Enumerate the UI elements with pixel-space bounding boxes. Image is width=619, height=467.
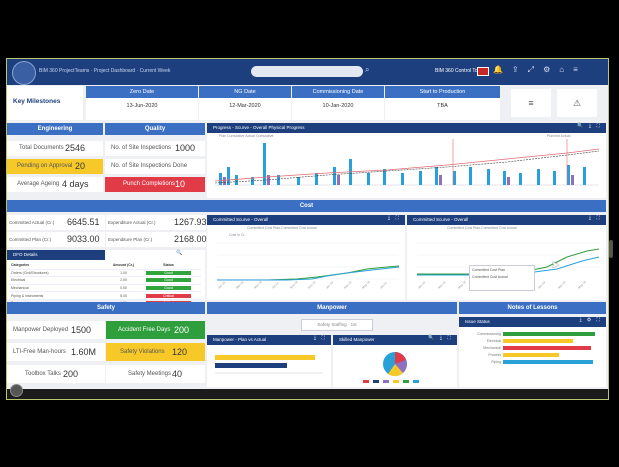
svg-text:Sep-18: Sep-18: [289, 280, 299, 290]
svg-text:Jan-19: Jan-19: [537, 280, 547, 290]
kpi-safety-meetings[interactable]: Safety Meetings 40: [106, 365, 205, 383]
progress-widget: Progress - Scurve - Overall Physical Pro…: [207, 123, 606, 198]
committed-scurve-overall-tools[interactable]: ⤓ ⛶: [589, 215, 602, 221]
svg-text:May-18: May-18: [253, 280, 263, 290]
chart-tooltip: Committed Cost Plan Committed Cost Actua…: [469, 265, 535, 291]
svg-text:Jan-18: Jan-18: [217, 280, 227, 290]
home-icon[interactable]: ⌂: [559, 65, 564, 75]
kpi-lti-free-manhours[interactable]: LTI-Free Man-hours 1.60M: [7, 343, 105, 361]
mouse-cursor-icon: ➤: [551, 260, 560, 271]
svg-text:May-19: May-19: [577, 280, 587, 290]
svg-text:Jul-19: Jul-19: [379, 281, 388, 290]
share-icon[interactable]: ⇪: [512, 65, 519, 75]
committed-scurve-overall-widget: Committed Scurve - Overall ⤓ ⛶ Committed…: [407, 215, 606, 300]
progress-widget-title: Progress - Scurve - Overall Physical Pro…: [207, 123, 606, 133]
kpi-punch-completions[interactable]: Punch Completions 10: [105, 177, 205, 192]
committed-scurve-chart: Jan-18 Mar-18 May-18 Jul-18 Sep-18 Nov-18 J…: [217, 242, 400, 290]
alert-button[interactable]: ⚠: [557, 89, 597, 117]
scrollbar-handle[interactable]: [609, 240, 613, 258]
svg-text:May-19: May-19: [361, 280, 371, 290]
dfo-tools[interactable]: 🔍 ⤓ ⛶: [176, 250, 201, 256]
table-row[interactable]: Electrical 2.00 Good: [9, 277, 201, 285]
skilled-manpower-pie: [363, 352, 419, 383]
svg-text:Mar-19: Mar-19: [343, 280, 353, 290]
kpi-toolbox-talks[interactable]: Toolbox Talks 200: [7, 365, 105, 383]
table-row[interactable]: Mechanical 0.00 Good: [9, 285, 201, 293]
issue-status-chart: [503, 332, 595, 364]
topbar-title: BIM 360 ProjectTeams · Project Dashboard…: [39, 68, 171, 74]
milestone-ng-date: NG Date 12-Mar-2020: [199, 86, 291, 120]
committed-scurve-overall-title: Committed Scurve - Overall: [407, 215, 606, 225]
dashboard-window: BIM 360 ProjectTeams · Project Dashboard…: [6, 58, 609, 400]
svg-text:Jul-18: Jul-18: [271, 281, 280, 290]
kpi-total-documents[interactable]: Total Documents 2546: [7, 141, 103, 156]
issue-status-widget: Issue Status ⤓ ⚙ ⛶ Commissioning Electri…: [459, 317, 606, 387]
settings-icon[interactable]: ⚙: [543, 65, 550, 75]
table-row[interactable]: Orders (Civil/Structures) 1.00 Good: [9, 270, 201, 278]
dfo-table: Categories Amount (Cr.) Status Orders (C…: [9, 262, 201, 308]
svg-text:May-18: May-18: [457, 280, 467, 290]
committed-scurve-tools[interactable]: ⤓ ⛶: [388, 215, 401, 221]
svg-text:Nov-18: Nov-18: [307, 280, 317, 290]
svg-text:Mar-18: Mar-18: [437, 280, 447, 290]
dfo-details-widget: DFO Details 🔍 ⤓ ⛶ Categories Amount (Cr.…: [7, 250, 205, 308]
manpower-plan-actual-tools[interactable]: ⤓ ⛶: [314, 335, 327, 341]
issue-status-categories: Commissioning Electrical Mechanical Proc…: [477, 332, 501, 364]
kpi-committed-actual[interactable]: Committed Actual (Cr.) 6645.51: [7, 215, 105, 230]
kpi-committed-plan[interactable]: Committed Plan (Cr.) 9033.00: [7, 232, 105, 247]
committed-scurve-title: Committed Scurve - Overall: [207, 215, 405, 225]
manpower-plan-actual-title: Manpower - Plan vs Actual: [207, 335, 331, 345]
svg-text:Mar-18: Mar-18: [235, 280, 245, 290]
safety-header: Safety: [7, 302, 205, 314]
engineering-header: Engineering: [7, 123, 103, 135]
kpi-average-ageing[interactable]: Average Ageing 4 days: [7, 177, 103, 192]
top-bar: BIM 360 ProjectTeams · Project Dashboard…: [7, 59, 608, 85]
lessons-header: Notes of Lessons: [459, 302, 606, 314]
widget-tools[interactable]: 🔍 ⤓ ⛶: [577, 123, 602, 129]
manpower-plan-actual-chart: [215, 355, 323, 374]
kpi-expenditure-plan[interactable]: Expenditure Plan (Cr.) 2168.00: [106, 232, 207, 247]
app-logo[interactable]: [12, 61, 36, 85]
skilled-manpower-widget: Skilled Manpower 🔍 ⤓ ⛶: [333, 335, 457, 387]
skilled-manpower-tools[interactable]: 🔍 ⤓ ⛶: [428, 335, 453, 341]
table-row[interactable]: Piping & Instruments 5.00 Critical: [9, 292, 201, 300]
cost-header: Cost: [7, 200, 606, 212]
kpi-safety-violations[interactable]: Safety Violations 120: [106, 343, 205, 361]
bell-icon[interactable]: 🔔: [493, 65, 503, 75]
manpower-plan-actual-widget: Manpower - Plan vs Actual ⤓ ⛶: [207, 335, 331, 387]
quality-header: Quality: [105, 123, 205, 135]
search-icon[interactable]: ⌕: [365, 65, 369, 75]
fullscreen-icon[interactable]: ⤢: [528, 65, 534, 75]
key-milestones-label: Key Milestones: [13, 98, 61, 105]
svg-text:Jan-19: Jan-19: [325, 280, 335, 290]
manpower-select[interactable]: Safety Staffing · 1st: [301, 319, 373, 331]
svg-text:Jan-18: Jan-18: [417, 280, 427, 290]
milestone-zero-date: Zero Date 13-Jun-2020: [86, 86, 198, 120]
search-input[interactable]: [251, 66, 363, 77]
kpi-accident-free-days[interactable]: Accident Free Days 200: [106, 321, 205, 339]
kpi-site-inspections-done[interactable]: No. of Site Inspections Done: [105, 159, 205, 174]
dfo-title: DFO Details: [7, 250, 105, 260]
kpi-manpower-deployed[interactable]: Manpower Deployed 1500: [7, 321, 105, 339]
flag-icon[interactable]: [477, 67, 489, 76]
progress-chart: [214, 139, 600, 186]
kpi-expenditure-actual[interactable]: Expenditure Actual (Cr.) 1267.93: [106, 215, 207, 230]
svg-text:Mar-19: Mar-19: [557, 280, 567, 290]
committed-scurve-widget: Committed Scurve - Overall ⤓ ⛶ Committed…: [207, 215, 405, 300]
kpi-pending-approval[interactable]: Pending on Approval 20: [7, 159, 103, 174]
milestone-start-production: Start to Production TBA: [385, 86, 500, 120]
manpower-header: Manpower: [207, 302, 457, 314]
menu-icon[interactable]: ≡: [573, 65, 578, 75]
start-icon[interactable]: [10, 384, 23, 397]
kpi-site-inspections[interactable]: No. of Site Inspections 1000: [105, 141, 205, 156]
milestone-commissioning-date: Commissioning Date 10-Jan-2020: [292, 86, 384, 120]
taskbar: [7, 384, 608, 399]
key-milestones-card: Key Milestones: [7, 86, 83, 120]
issue-status-tools[interactable]: ⤓ ⚙ ⛶: [579, 317, 602, 323]
list-view-button[interactable]: ≡: [511, 89, 551, 117]
